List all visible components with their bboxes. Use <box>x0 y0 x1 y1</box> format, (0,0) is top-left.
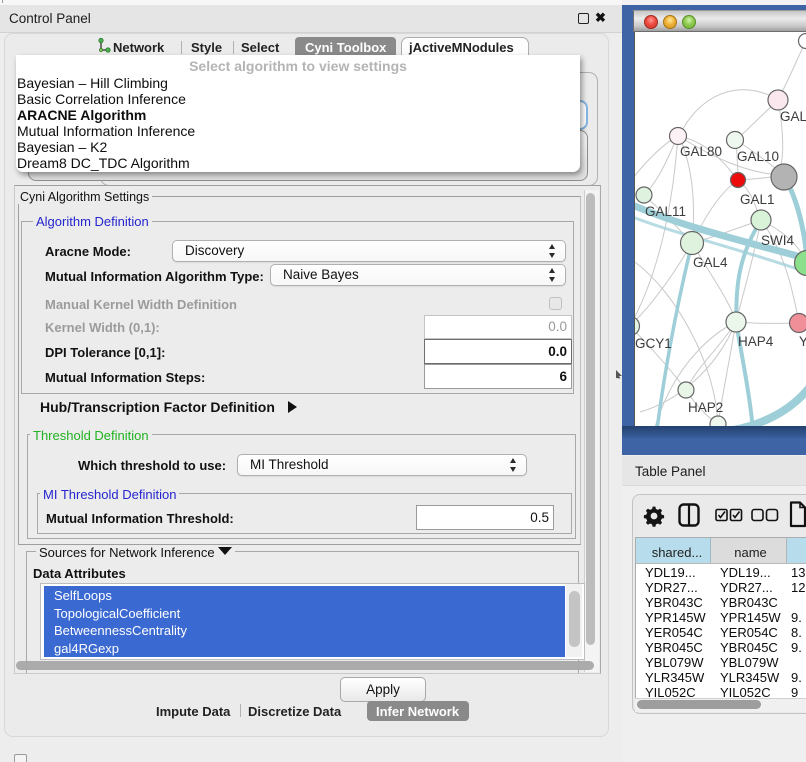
svg-text:GAL11: GAL11 <box>645 204 686 219</box>
svg-text:GAL7: GAL7 <box>780 109 806 124</box>
svg-text:GAL80: GAL80 <box>680 144 722 159</box>
svg-text:HAP2: HAP2 <box>688 400 723 415</box>
svg-text:GCY1: GCY1 <box>635 336 672 351</box>
svg-text:Y: Y <box>799 334 806 349</box>
svg-text:GAL10: GAL10 <box>737 149 779 164</box>
svg-text:GAL4: GAL4 <box>693 255 728 270</box>
svg-text:SWI4: SWI4 <box>761 233 794 248</box>
svg-text:HAP4: HAP4 <box>738 334 774 349</box>
svg-text:GAL1: GAL1 <box>740 192 775 207</box>
